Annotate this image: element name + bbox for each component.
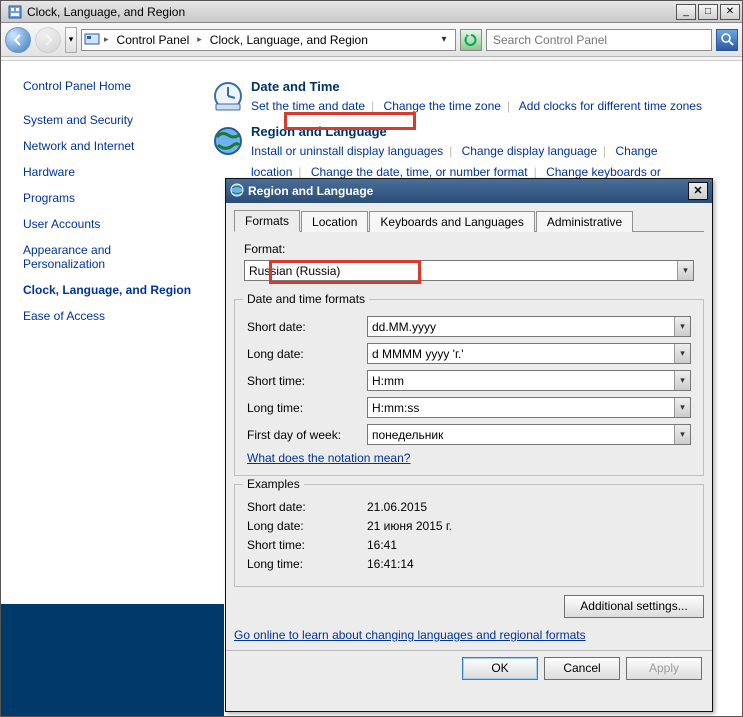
chevron-down-icon: ▾ — [677, 261, 693, 280]
tab-keyboards-languages[interactable]: Keyboards and Languages — [369, 211, 534, 232]
dialog-titlebar[interactable]: Region and Language ✕ — [226, 179, 712, 203]
chevron-down-icon: ▾ — [674, 317, 690, 336]
sidebar-item-ease[interactable]: Ease of Access — [23, 309, 193, 323]
ex-long-date-value: 21 июня 2015 г. — [367, 519, 452, 533]
dialog-title: Region and Language — [248, 184, 373, 198]
sidebar-home[interactable]: Control Panel Home — [23, 79, 193, 93]
maximize-button[interactable]: □ — [698, 4, 718, 20]
group-examples: Examples — [243, 477, 304, 491]
window-titlebar: Clock, Language, and Region _ □ ✕ — [1, 1, 742, 23]
ex-long-time-label: Long time: — [247, 557, 367, 571]
ok-button[interactable]: OK — [462, 657, 538, 680]
format-combo[interactable]: Russian (Russia) ▾ — [244, 260, 694, 281]
control-panel-icon — [7, 4, 23, 20]
sidebar-item-system[interactable]: System and Security — [23, 113, 193, 127]
short-time-label: Short time: — [247, 374, 367, 388]
additional-settings-button[interactable]: Additional settings... — [564, 595, 704, 618]
region-language-dialog: Region and Language ✕ Formats Location K… — [225, 178, 713, 712]
nav-toolbar: ▾ ▸ Control Panel ▸ Clock, Language, and… — [1, 23, 742, 57]
sidebar-item-hardware[interactable]: Hardware — [23, 165, 193, 179]
back-button[interactable] — [5, 27, 31, 53]
window-title: Clock, Language, and Region — [27, 5, 185, 19]
ex-short-date-value: 21.06.2015 — [367, 500, 427, 514]
link-change-format[interactable]: Change the date, time, or number format — [311, 165, 528, 179]
short-time-value: H:mm — [372, 374, 404, 388]
category-region-language[interactable]: Region and Language — [251, 124, 681, 139]
link-add-clocks[interactable]: Add clocks for different time zones — [519, 99, 702, 113]
sidebar-item-programs[interactable]: Programs — [23, 191, 193, 205]
breadcrumb-clock-lang-region[interactable]: Clock, Language, and Region — [206, 33, 372, 47]
first-day-combo[interactable]: понедельник ▾ — [367, 424, 691, 445]
sidebar-item-clock-lang-region[interactable]: Clock, Language, and Region — [23, 283, 193, 297]
address-dropdown[interactable]: ▾ — [435, 31, 453, 49]
sidebar-item-accounts[interactable]: User Accounts — [23, 217, 193, 231]
long-date-label: Long date: — [247, 347, 367, 361]
nav-history-dropdown[interactable]: ▾ — [65, 27, 77, 53]
long-time-value: H:mm:ss — [372, 401, 419, 415]
search-button[interactable] — [716, 29, 738, 51]
cancel-button[interactable]: Cancel — [544, 657, 620, 680]
group-date-time-formats: Date and time formats — [243, 292, 369, 306]
short-time-combo[interactable]: H:mm ▾ — [367, 370, 691, 391]
breadcrumb-sep[interactable]: ▸ — [195, 34, 204, 45]
first-day-value: понедельник — [372, 428, 443, 442]
chevron-down-icon: ▾ — [674, 425, 690, 444]
notation-link[interactable]: What does the notation mean? — [247, 451, 410, 465]
ex-short-date-label: Short date: — [247, 500, 367, 514]
chevron-down-icon: ▾ — [674, 371, 690, 390]
ex-long-time-value: 16:41:14 — [367, 557, 414, 571]
clock-icon — [211, 79, 245, 113]
link-set-time-date[interactable]: Set the time and date — [251, 99, 365, 113]
search-box[interactable] — [486, 29, 712, 51]
short-date-combo[interactable]: dd.MM.yyyy ▾ — [367, 316, 691, 337]
sidebar-footer-area — [1, 604, 224, 716]
apply-button[interactable]: Apply — [626, 657, 702, 680]
sidebar-item-network[interactable]: Network and Internet — [23, 139, 193, 153]
ex-short-time-label: Short time: — [247, 538, 367, 552]
link-change-timezone[interactable]: Change the time zone — [384, 99, 501, 113]
ex-long-date-label: Long date: — [247, 519, 367, 533]
folder-icon — [84, 31, 100, 48]
address-bar[interactable]: ▸ Control Panel ▸ Clock, Language, and R… — [81, 29, 456, 51]
refresh-button[interactable] — [460, 29, 482, 51]
breadcrumb-control-panel[interactable]: Control Panel — [113, 33, 194, 47]
tab-location[interactable]: Location — [301, 211, 368, 232]
format-label: Format: — [244, 242, 704, 256]
tab-administrative[interactable]: Administrative — [536, 211, 633, 232]
dialog-close-button[interactable]: ✕ — [688, 182, 708, 200]
minimize-button[interactable]: _ — [676, 4, 696, 20]
long-date-combo[interactable]: d MMMM yyyy 'г.' ▾ — [367, 343, 691, 364]
short-date-value: dd.MM.yyyy — [372, 320, 436, 334]
link-change-display-lang[interactable]: Change display language — [462, 144, 597, 158]
search-input[interactable] — [491, 32, 707, 48]
globe-icon — [230, 183, 244, 200]
first-day-label: First day of week: — [247, 428, 367, 442]
tab-bar: Formats Location Keyboards and Languages… — [234, 209, 704, 232]
forward-button[interactable] — [35, 27, 61, 53]
long-date-value: d MMMM yyyy 'г.' — [372, 347, 464, 361]
close-button[interactable]: ✕ — [720, 4, 740, 20]
long-time-label: Long time: — [247, 401, 367, 415]
breadcrumb-sep[interactable]: ▸ — [102, 34, 111, 45]
format-value: Russian (Russia) — [249, 264, 340, 278]
short-date-label: Short date: — [247, 320, 367, 334]
ex-short-time-value: 16:41 — [367, 538, 397, 552]
category-date-time[interactable]: Date and Time — [251, 79, 702, 94]
online-help-link[interactable]: Go online to learn about changing langua… — [234, 628, 586, 642]
sidebar-item-appearance[interactable]: Appearance and Personalization — [23, 243, 193, 271]
globe-icon — [211, 124, 245, 158]
tab-formats[interactable]: Formats — [234, 210, 300, 232]
chevron-down-icon: ▾ — [674, 398, 690, 417]
chevron-down-icon: ▾ — [674, 344, 690, 363]
link-install-langs[interactable]: Install or uninstall display languages — [251, 144, 443, 158]
long-time-combo[interactable]: H:mm:ss ▾ — [367, 397, 691, 418]
